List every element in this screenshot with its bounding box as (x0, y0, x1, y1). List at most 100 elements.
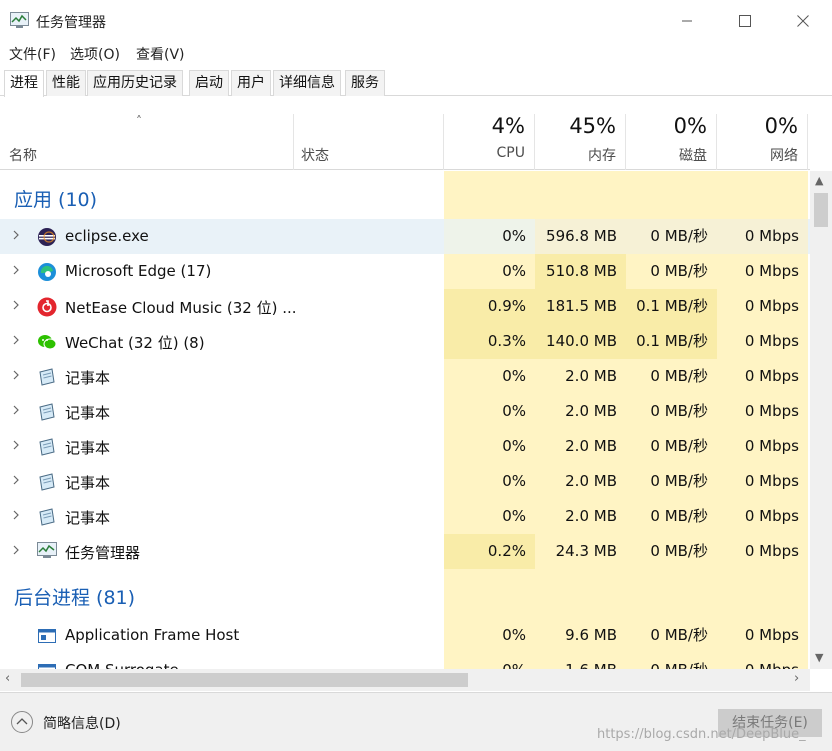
process-name: eclipse.exe (65, 227, 149, 245)
process-row[interactable]: Microsoft Edge (17) 0% 510.8 MB 0 MB/秒 0 Mbp… (0, 254, 810, 289)
memory-label: 内存 (588, 148, 616, 164)
edge-icon (37, 262, 57, 282)
chevron-right-icon[interactable] (11, 298, 23, 314)
process-row[interactable]: COM Surrogate 0%1.6 MB0 MB/秒0 Mbps (0, 653, 810, 669)
notepad-icon (37, 472, 57, 492)
process-list: 应用 (10) eclipse.exe 0% 596.8 MB 0 MB/秒 0 Mbp… (0, 171, 810, 669)
process-name: NetEase Cloud Music (32 位) ... (65, 299, 297, 317)
menu-view[interactable]: 查看(V) (136, 44, 185, 64)
notepad-icon (37, 402, 57, 422)
window-title: 任务管理器 (36, 15, 106, 31)
menu-options[interactable]: 选项(O) (70, 44, 120, 64)
memory-cell: 140.0 MB (535, 324, 626, 359)
chevron-right-icon[interactable] (11, 508, 23, 524)
vertical-scrollbar[interactable]: ▲ ▼ (810, 171, 832, 669)
cpu-cell: 0% (444, 653, 535, 669)
memory-cell: 2.0 MB (565, 472, 617, 490)
process-name: 记事本 (65, 509, 111, 527)
fewer-details-link[interactable]: 简略信息(D) (43, 713, 121, 733)
process-row[interactable]: 记事本 0% 2.0 MB 0 MB/秒 0 Mbps (0, 359, 810, 394)
memory-cell: 1.6 MB (535, 653, 626, 669)
maximize-button[interactable] (716, 0, 774, 42)
task-manager-icon (10, 12, 29, 28)
process-row[interactable]: Application Frame Host 0% 9.6 MB 0 MB/秒 0 Mb… (0, 618, 810, 653)
process-row[interactable]: eclipse.exe 0% 596.8 MB 0 MB/秒 0 Mbps (0, 219, 810, 254)
horizontal-scroll-thumb[interactable] (21, 673, 468, 687)
chevron-right-icon[interactable] (11, 333, 23, 349)
chevron-right-icon[interactable] (11, 263, 23, 279)
tab-services[interactable]: 服务 (345, 70, 385, 96)
disk-cell: 0 MB/秒 (650, 626, 708, 644)
network-cell: 0 Mbps (744, 297, 799, 315)
watermark: https://blog.csdn.net/DeepBlue_ (597, 727, 806, 742)
task-manager-icon (37, 542, 57, 562)
chevron-right-icon[interactable] (11, 228, 23, 244)
chevron-right-icon[interactable] (11, 543, 23, 559)
process-name: Application Frame Host (65, 626, 240, 644)
scroll-down-icon[interactable]: ▼ (815, 651, 823, 664)
process-row[interactable]: 记事本 0% 2.0 MB 0 MB/秒 0 Mbps (0, 429, 810, 464)
cpu-cell: 0% (502, 472, 526, 490)
tab-performance[interactable]: 性能 (46, 70, 86, 96)
header-cpu[interactable]: 4% CPU (444, 114, 535, 170)
process-name: WeChat (32 位) (8) (65, 334, 205, 352)
process-row[interactable]: 任务管理器 0.2% 24.3 MB 0 MB/秒 0 Mbps (0, 534, 810, 569)
disk-cell: 0 MB/秒 (650, 507, 708, 525)
chevron-right-icon[interactable] (11, 368, 23, 384)
process-row[interactable]: 记事本 0% 2.0 MB 0 MB/秒 0 Mbps (0, 464, 810, 499)
collapse-up-icon[interactable] (11, 711, 33, 733)
header-status[interactable]: 状态 (294, 114, 444, 170)
process-row[interactable]: 记事本 0% 2.0 MB 0 MB/秒 0 Mbps (0, 394, 810, 429)
cpu-cell: 0% (444, 219, 535, 254)
disk-cell: 0.1 MB/秒 (626, 324, 717, 359)
process-row[interactable]: 记事本 0% 2.0 MB 0 MB/秒 0 Mbps (0, 499, 810, 534)
chevron-right-icon[interactable] (11, 403, 23, 419)
disk-cell: 0 MB/秒 (650, 472, 708, 490)
process-row[interactable]: WeChat (32 位) (8) 0.3% 140.0 MB 0.1 MB/秒 0 M… (0, 324, 810, 359)
disk-total: 0% (673, 114, 707, 138)
scroll-up-icon[interactable]: ▲ (815, 174, 823, 187)
header-network[interactable]: 0% 网络 (717, 114, 808, 170)
process-name: 记事本 (65, 439, 111, 457)
close-button[interactable] (774, 0, 832, 42)
network-cell: 0 Mbps (744, 367, 799, 385)
memory-cell: 2.0 MB (565, 507, 617, 525)
menu-file[interactable]: 文件(F) (9, 44, 56, 64)
tab-processes[interactable]: 进程 (4, 70, 44, 97)
header-disk[interactable]: 0% 磁盘 (626, 114, 717, 170)
scroll-left-icon[interactable]: ‹ (5, 671, 10, 686)
header-status-label: 状态 (301, 148, 329, 164)
netease-music-icon (37, 297, 57, 317)
eclipse-icon (37, 227, 57, 247)
process-name: COM Surrogate (65, 661, 179, 669)
memory-cell: 24.3 MB (555, 542, 617, 560)
tab-startup[interactable]: 启动 (189, 70, 229, 96)
header-name[interactable]: ˄ 名称 (0, 114, 294, 170)
disk-cell: 0 MB/秒 (650, 367, 708, 385)
chevron-right-icon[interactable] (11, 438, 23, 454)
chevron-right-icon[interactable] (11, 473, 23, 489)
memory-total: 45% (569, 114, 616, 138)
process-name: Microsoft Edge (17) (65, 262, 212, 280)
network-cell: 0 Mbps (744, 542, 799, 560)
vertical-scroll-thumb[interactable] (814, 193, 828, 227)
memory-cell: 181.5 MB (535, 289, 626, 324)
cpu-cell: 0.9% (444, 289, 535, 324)
tab-app-history[interactable]: 应用历史记录 (87, 70, 183, 96)
column-header: ˄ 名称 状态 4% CPU 45% 内存 0% 磁盘 0% 网络 (0, 114, 810, 170)
cpu-cell: 0.2% (444, 534, 535, 569)
horizontal-scrollbar[interactable]: ‹ › (0, 669, 810, 691)
minimize-button[interactable] (658, 0, 716, 42)
network-cell: 0 Mbps (744, 626, 799, 644)
cpu-label: CPU (496, 145, 525, 161)
memory-cell: 2.0 MB (565, 367, 617, 385)
cpu-cell: 0% (502, 367, 526, 385)
maximize-icon (739, 15, 751, 27)
header-memory[interactable]: 45% 内存 (535, 114, 626, 170)
tab-details[interactable]: 详细信息 (273, 70, 341, 96)
tab-users[interactable]: 用户 (231, 70, 271, 96)
group-background-title: 后台进程 (81) (14, 587, 136, 609)
process-row[interactable]: NetEase Cloud Music (32 位) ... 0.9% 181.5 … (0, 289, 810, 324)
scroll-right-icon[interactable]: › (794, 671, 799, 686)
process-name: 记事本 (65, 369, 111, 387)
